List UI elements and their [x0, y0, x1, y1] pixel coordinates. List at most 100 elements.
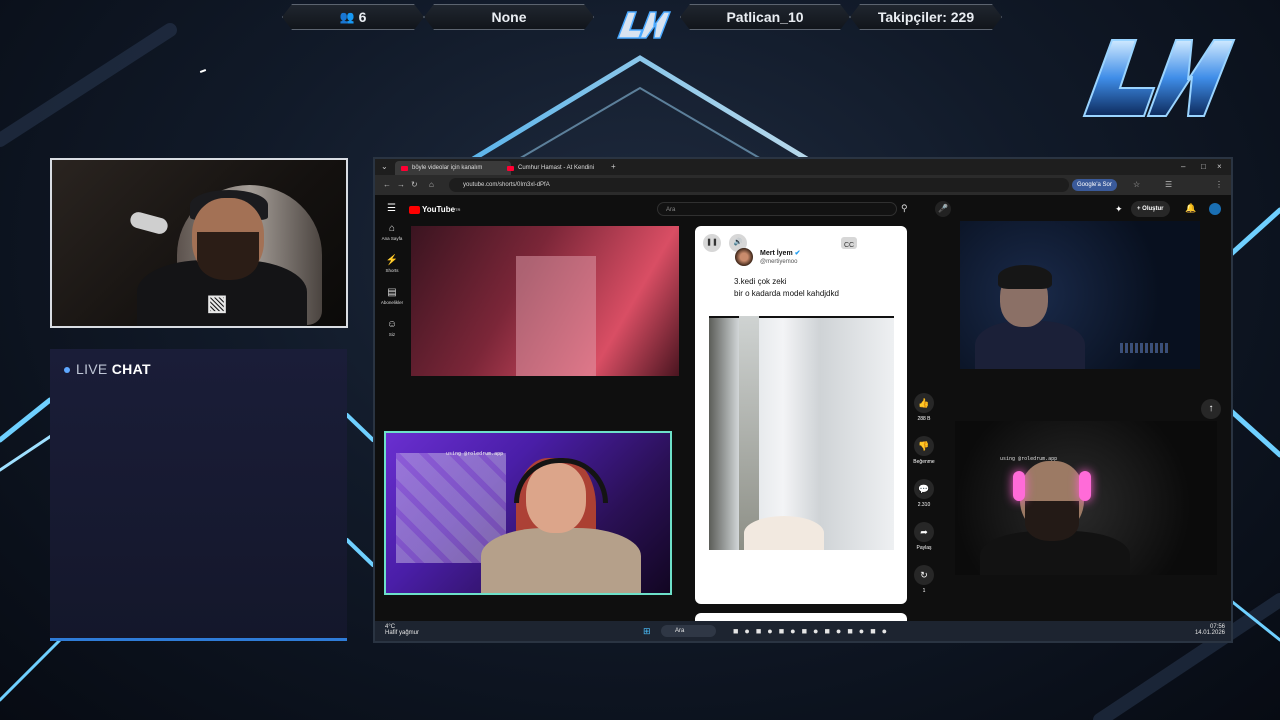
author-name: Mert İyem ✔ — [760, 249, 801, 257]
youtube-play-icon — [409, 205, 420, 214]
share-icon: ➦ — [914, 522, 934, 542]
home-icon: ⌂ — [388, 223, 396, 234]
voice-search-icon[interactable]: 🎤 — [935, 201, 951, 217]
shorts-icon: ⚡ — [385, 255, 399, 266]
video-watermark: using @roledrum.app — [446, 451, 504, 457]
home-icon[interactable]: ⌂ — [429, 180, 434, 189]
game-name: None — [491, 9, 527, 25]
weather-widget[interactable]: 4°C Hafif yağmur — [385, 624, 419, 636]
windows-start-icon[interactable]: ⊞ — [643, 626, 651, 637]
youtube-header: ☰ YouTube TR Ara ⚲ 🎤 ✦ + Oluştur 🔔 — [375, 195, 1231, 223]
remix-button[interactable]: ↻ 1 — [909, 565, 939, 594]
live-chat-panel: LIVE CHAT — [50, 349, 347, 641]
comment-count: 2.310 — [917, 502, 931, 508]
author-avatar — [735, 248, 753, 266]
extensions-icon[interactable]: ☰ — [1165, 180, 1172, 189]
participant-video-3 — [960, 221, 1200, 369]
windows-taskbar: 4°C Hafif yağmur ⊞ Ara ■●■●■●■●■●■●■● 07… — [375, 621, 1231, 641]
channel-name: Patlican_10 — [726, 9, 804, 25]
microphone-icon — [128, 210, 170, 236]
dislike-button[interactable]: 👎 Beğenme — [909, 436, 939, 465]
game-segment: None — [424, 4, 594, 30]
live-dot-icon — [64, 367, 70, 374]
viewers-segment: 👥 6 — [282, 4, 424, 30]
youtube-logo[interactable]: YouTube TR — [409, 205, 460, 214]
maximize-icon[interactable]: □ — [1201, 162, 1206, 171]
headphones-icon — [514, 458, 608, 503]
participant-video-4: using @roledrum.app — [955, 421, 1217, 575]
reload-icon[interactable]: ↻ — [411, 180, 418, 189]
thumbs-up-icon: 👍 — [914, 393, 934, 413]
tab-menu-icon[interactable]: ⌄ — [381, 162, 388, 171]
create-button[interactable]: + Oluştur — [1131, 201, 1170, 217]
taskbar-clock[interactable]: 07:56 14.01.2026 — [1195, 624, 1225, 636]
notifications-icon[interactable]: 🔔 — [1185, 203, 1196, 214]
remix-count: 1 — [922, 588, 926, 594]
live-label: LIVE — [76, 361, 108, 377]
search-input[interactable]: Ara — [657, 202, 897, 216]
sidebar-item-label: Shorts — [385, 268, 399, 273]
forward-icon[interactable]: → — [397, 180, 405, 189]
tab-1[interactable]: böyle videolar için kanalım — [395, 161, 511, 175]
hamburger-icon[interactable]: ☰ — [387, 203, 396, 214]
tab-2[interactable]: Cumhur Hamast - At Kendini — [501, 161, 623, 175]
viewers-icon: 👥 — [339, 10, 355, 24]
search-icon[interactable]: ⚲ — [901, 203, 908, 214]
weather-desc: Hafif yağmur — [385, 630, 420, 636]
shorts-video[interactable]: ❚❚ 🔊 CC ⋮ ⤢ Mert İyem ✔ @mertiyemoo 3.ke… — [695, 226, 907, 604]
shorts-actions: 👍 288 B 👎 Beğenme 💬 2.310 ➦ Paylaş ↻ 1 — [909, 393, 939, 608]
like-button[interactable]: 👍 288 B — [909, 393, 939, 422]
avatar[interactable] — [1209, 203, 1221, 215]
more-icon[interactable]: ⋮ — [861, 234, 879, 252]
share-label: Paylaş — [916, 545, 932, 551]
youtube-logo-text: YouTube — [422, 205, 456, 214]
browser-menu-icon[interactable]: ⋮ — [1215, 180, 1223, 189]
cat-image — [744, 516, 824, 550]
clock-date: 14.01.2026 — [1194, 630, 1225, 636]
google-ask-button[interactable]: Google'a Sor — [1072, 179, 1117, 191]
shirt-logo-icon: ▧ — [206, 290, 228, 315]
keyboard-icon — [1120, 343, 1170, 353]
author-name-text: Mert İyem — [760, 250, 793, 257]
like-count: 288 B — [917, 416, 931, 422]
channel-logo-icon — [616, 11, 672, 39]
sidebar-item-subscriptions[interactable]: ▤ Abonelikler — [375, 287, 409, 319]
thumbs-down-icon: 👎 — [914, 436, 934, 456]
captions-icon[interactable]: CC — [841, 237, 857, 249]
tweet-line-2: bir o kadarda model kahdjdkd — [734, 289, 839, 298]
bookmark-icon[interactable]: ☆ — [1133, 180, 1140, 189]
pause-icon[interactable]: ❚❚ — [703, 234, 721, 252]
followers-segment: Takipçiler: 229 — [850, 4, 1002, 30]
new-tab-icon[interactable]: + — [611, 162, 616, 171]
sidebar-item-label: Siz — [388, 332, 396, 337]
fullscreen-icon[interactable]: ⤢ — [883, 234, 901, 252]
address-bar: ← → ↻ ⌂ youtube.com/shorts/0Im3xl-dPfA G… — [375, 175, 1231, 195]
share-button[interactable]: ➦ Paylaş — [909, 522, 939, 551]
comments-button[interactable]: 💬 2.310 — [909, 479, 939, 508]
streamer-webcam: ▧ — [50, 158, 348, 328]
author-handle: @mertiyemoo — [760, 259, 798, 265]
sidebar-item-shorts[interactable]: ⚡ Shorts — [375, 255, 409, 287]
participant-video-2: using @roledrum.app — [384, 431, 672, 595]
channel-segment: Patlican_10 — [680, 4, 850, 30]
close-icon[interactable]: × — [1217, 162, 1222, 171]
ai-sparkle-icon[interactable]: ✦ — [1115, 204, 1123, 215]
back-icon[interactable]: ← — [383, 180, 391, 189]
scroll-up-icon[interactable]: ↑ — [1201, 399, 1221, 419]
taskbar-search[interactable]: Ara — [661, 625, 716, 637]
tab-1-title: böyle videolar için kanalım — [412, 165, 483, 171]
sidebar-item-home[interactable]: ⌂ Ana Sayfa — [375, 223, 409, 255]
dislike-label: Beğenme — [913, 459, 935, 465]
youtube-region: TR — [455, 207, 461, 212]
browser-tab-strip: ⌄ böyle videolar için kanalım Cumhur Ham… — [375, 159, 1231, 175]
minimize-icon[interactable]: – — [1181, 162, 1185, 171]
taskbar-apps[interactable]: ■●■●■●■●■●■●■● — [733, 626, 893, 636]
chat-label: CHAT — [111, 361, 151, 377]
browser-capture: ⌄ böyle videolar için kanalım Cumhur Ham… — [373, 157, 1233, 643]
url-input[interactable]: youtube.com/shorts/0Im3xl-dPfA — [449, 178, 1069, 192]
remix-icon: ↻ — [914, 565, 934, 585]
participant-video-1 — [411, 226, 679, 376]
sidebar-item-you[interactable]: ☺ Siz — [375, 319, 409, 351]
youtube-favicon-icon — [401, 165, 408, 171]
youtube-favicon-icon — [507, 165, 514, 171]
